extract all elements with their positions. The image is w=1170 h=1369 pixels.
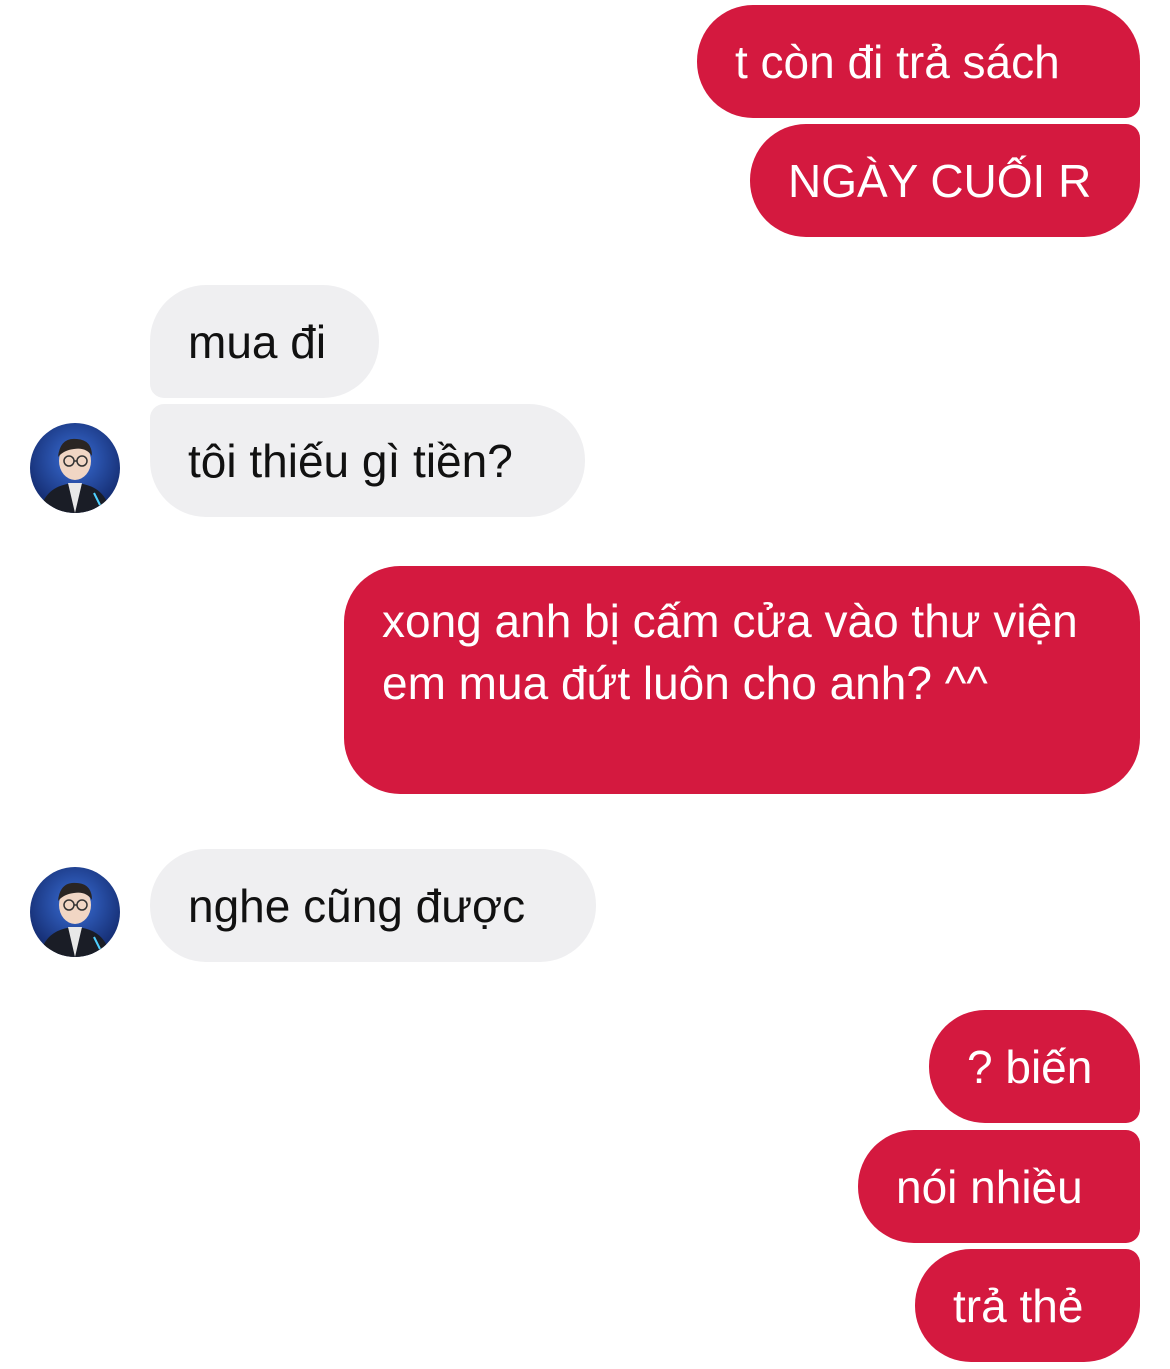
incoming-message[interactable]: nghe cũng được bbox=[150, 849, 596, 962]
outgoing-message[interactable]: xong anh bị cấm cửa vào thư viện em mua … bbox=[344, 566, 1140, 794]
message-text: trả thẻ bbox=[953, 1279, 1084, 1332]
outgoing-message[interactable]: ? biến bbox=[929, 1010, 1140, 1123]
message-text: NGÀY CUỐI R bbox=[788, 154, 1092, 207]
outgoing-message[interactable]: NGÀY CUỐI R bbox=[750, 124, 1140, 237]
avatar-photo-icon bbox=[30, 867, 120, 957]
avatar-photo-icon bbox=[30, 423, 120, 513]
message-text: nói nhiều bbox=[896, 1160, 1083, 1213]
incoming-message[interactable]: mua đi bbox=[150, 285, 379, 398]
message-text: nghe cũng được bbox=[188, 879, 526, 932]
incoming-message[interactable]: tôi thiếu gì tiền? bbox=[150, 404, 585, 517]
message-text: t còn đi trả sách bbox=[735, 35, 1060, 88]
outgoing-message[interactable]: t còn đi trả sách bbox=[697, 5, 1140, 118]
outgoing-message[interactable]: nói nhiều bbox=[858, 1130, 1140, 1243]
message-text: ? biến bbox=[967, 1040, 1093, 1093]
message-text: xong anh bị cấm cửa vào thư viện em mua … bbox=[382, 595, 1078, 709]
user-avatar[interactable] bbox=[30, 867, 120, 957]
message-text: tôi thiếu gì tiền? bbox=[188, 434, 513, 487]
message-text: mua đi bbox=[188, 315, 327, 368]
outgoing-message[interactable]: trả thẻ bbox=[915, 1249, 1140, 1362]
user-avatar[interactable] bbox=[30, 423, 120, 513]
